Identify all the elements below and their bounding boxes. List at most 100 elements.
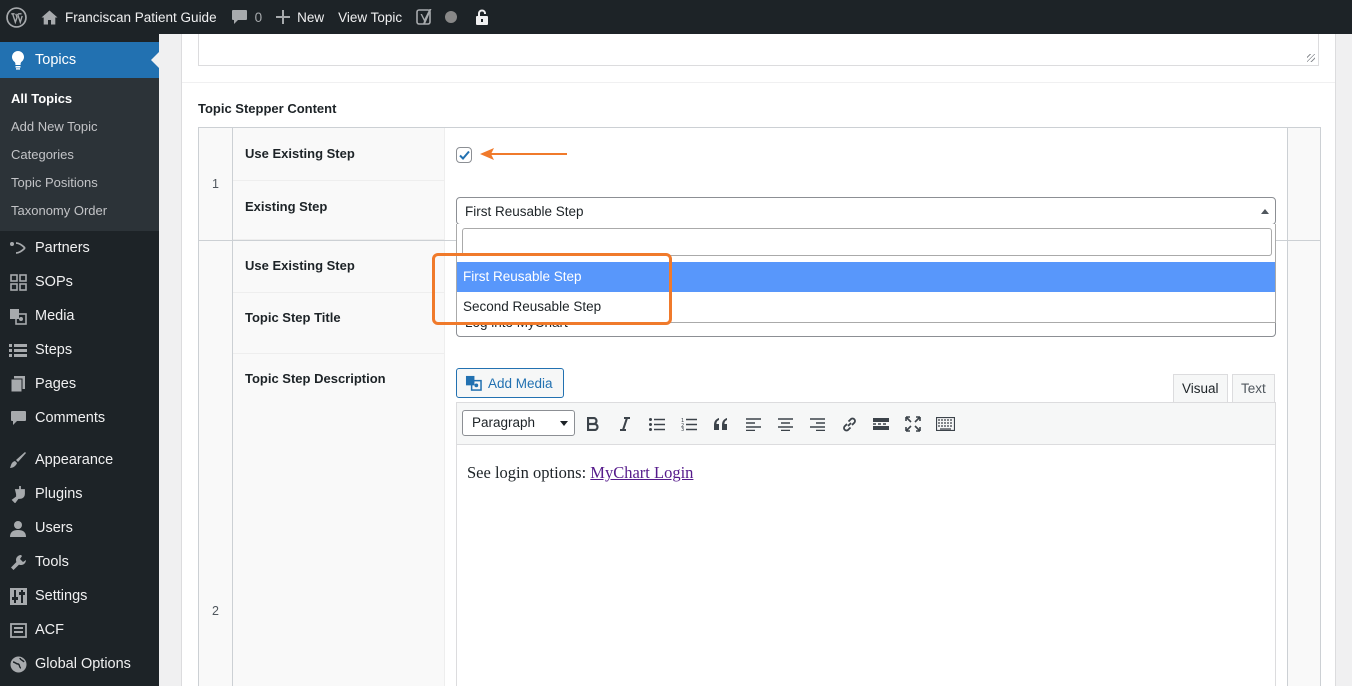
tab-visual[interactable]: Visual: [1173, 374, 1228, 403]
bold-icon[interactable]: [581, 412, 605, 436]
row-2-actions[interactable]: [1287, 241, 1320, 686]
row-2-use-existing-label: Use Existing Step: [233, 241, 445, 293]
link-icon[interactable]: [837, 412, 861, 436]
list-icon: [8, 340, 28, 360]
menu-topics-label: Topics: [35, 52, 77, 68]
menu-partners[interactable]: Partners: [0, 231, 159, 265]
menu-plugins[interactable]: Plugins: [0, 477, 159, 511]
grid-icon: [8, 272, 28, 292]
menu-comments-label: Comments: [35, 410, 106, 426]
submenu-categories[interactable]: Categories: [0, 141, 159, 169]
menu-steps[interactable]: Steps: [0, 333, 159, 367]
site-name-link[interactable]: Franciscan Patient Guide: [34, 0, 224, 34]
topic-stepper-metabox: Topic Stepper Content 1 Use Existing Ste…: [181, 34, 1336, 686]
chevron-up-icon: [1261, 209, 1269, 214]
italic-icon[interactable]: [613, 412, 637, 436]
menu-topics[interactable]: Topics: [0, 42, 159, 78]
menu-appearance[interactable]: Appearance: [0, 443, 159, 477]
menu-pages[interactable]: Pages: [0, 367, 159, 401]
dropdown-search-input[interactable]: [462, 228, 1272, 256]
align-right-icon[interactable]: [805, 412, 829, 436]
repeater-table: 1 Use Existing Step Existing Step 2 Use …: [198, 127, 1321, 686]
plus-icon: [276, 10, 291, 24]
align-center-icon[interactable]: [773, 412, 797, 436]
menu-users[interactable]: Users: [0, 511, 159, 545]
row-2-title-label: Topic Step Title: [233, 293, 445, 354]
plug-icon: [8, 484, 28, 504]
toolbar-toggle-icon[interactable]: [933, 412, 957, 436]
annotation-highlight-box: [432, 253, 672, 325]
row-1-existing-step-label: Existing Step: [233, 181, 445, 240]
media-icon: [8, 306, 28, 326]
menu-settings[interactable]: Settings: [0, 579, 159, 613]
lightbulb-icon: [8, 50, 28, 70]
previous-textarea[interactable]: [198, 34, 1319, 66]
comments-count: 0: [254, 9, 263, 25]
tab-text[interactable]: Text: [1232, 374, 1275, 403]
globe-icon: [8, 654, 28, 674]
lock-icon[interactable]: [461, 0, 496, 34]
format-select[interactable]: Paragraph: [462, 410, 575, 436]
pages-icon: [8, 374, 28, 394]
row-1-use-existing-label: Use Existing Step: [233, 128, 445, 181]
wrench-icon: [8, 552, 28, 572]
menu-steps-label: Steps: [35, 342, 73, 358]
menu-comments[interactable]: Comments: [0, 401, 159, 435]
menu-global-options[interactable]: Global Options: [0, 647, 159, 681]
menu-appearance-label: Appearance: [35, 452, 114, 468]
blockquote-icon[interactable]: [709, 412, 733, 436]
checkmark-icon: [459, 150, 470, 160]
seo-status-dot-icon: [441, 0, 461, 34]
menu-pages-label: Pages: [35, 376, 77, 392]
row-2-description-label: Topic Step Description: [233, 354, 445, 686]
format-select-value: Paragraph: [472, 415, 536, 430]
admin-bar: Franciscan Patient Guide 0 New View Topi…: [0, 0, 1352, 34]
menu-tools[interactable]: Tools: [0, 545, 159, 579]
submenu-topic-positions[interactable]: Topic Positions: [0, 169, 159, 197]
editor-content[interactable]: See login options: MyChart Login: [467, 463, 693, 483]
menu-plugins-label: Plugins: [35, 486, 83, 502]
menu-global-options-label: Global Options: [35, 656, 131, 672]
fullscreen-icon[interactable]: [901, 412, 925, 436]
numbered-list-icon[interactable]: 123: [677, 412, 701, 436]
new-label: New: [297, 9, 325, 25]
read-more-icon[interactable]: [869, 412, 893, 436]
wordpress-logo-icon[interactable]: [0, 0, 34, 34]
admin-sidebar: Topics All Topics Add New Topic Categori…: [0, 34, 159, 686]
brush-icon: [8, 450, 28, 470]
bullet-list-icon[interactable]: [645, 412, 669, 436]
topic-stepper-content-label: Topic Stepper Content: [198, 101, 337, 116]
mychart-login-link[interactable]: MyChart Login: [590, 463, 693, 482]
submenu-all-topics[interactable]: All Topics: [0, 85, 159, 113]
row-1-actions[interactable]: [1287, 128, 1320, 240]
menu-media[interactable]: Media: [0, 299, 159, 333]
add-media-button[interactable]: Add Media: [456, 368, 564, 398]
home-icon: [41, 10, 58, 25]
submenu-add-new-topic[interactable]: Add New Topic: [0, 113, 159, 141]
menu-settings-label: Settings: [35, 588, 88, 604]
menu-users-label: Users: [35, 520, 73, 536]
menu-acf[interactable]: ACF: [0, 613, 159, 647]
svg-text:3: 3: [681, 427, 684, 431]
new-content-link[interactable]: New: [269, 0, 331, 34]
resize-grip-icon[interactable]: [1307, 54, 1315, 62]
menu-sops-label: SOPs: [35, 274, 73, 290]
row-1-use-existing-checkbox[interactable]: [456, 147, 472, 163]
editor-text: See login options:: [467, 463, 591, 482]
row-number-1[interactable]: 1: [199, 128, 233, 240]
comments-link[interactable]: 0: [224, 0, 270, 34]
yoast-seo-icon[interactable]: [409, 0, 441, 34]
comment-icon: [8, 408, 28, 428]
menu-partners-label: Partners: [35, 240, 90, 256]
view-topic-link[interactable]: View Topic: [331, 0, 409, 34]
menu-sops[interactable]: SOPs: [0, 265, 159, 299]
view-topic-label: View Topic: [338, 9, 403, 25]
chevron-down-icon: [560, 421, 568, 426]
existing-step-select[interactable]: First Reusable Step: [456, 197, 1276, 225]
submenu-taxonomy-order[interactable]: Taxonomy Order: [0, 197, 159, 225]
add-media-label: Add Media: [488, 375, 553, 391]
acf-icon: [8, 620, 28, 640]
align-left-icon[interactable]: [741, 412, 765, 436]
row-number-2[interactable]: 2: [199, 241, 233, 686]
user-icon: [8, 518, 28, 538]
